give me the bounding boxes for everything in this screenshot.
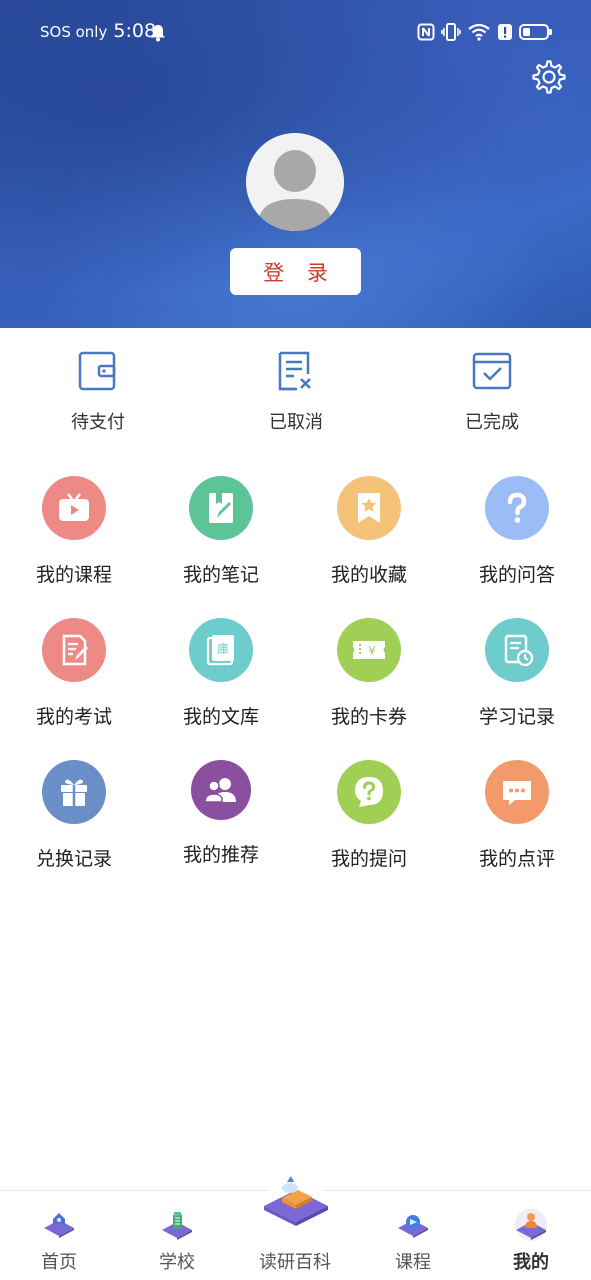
bookmark-star-icon	[337, 476, 401, 540]
wifi-icon	[468, 23, 490, 41]
completed-check-icon	[472, 352, 512, 390]
library-book-icon: 庫	[189, 618, 253, 682]
order-cancelled[interactable]: 已取消	[236, 350, 356, 434]
bell-icon	[151, 25, 165, 42]
menu-my-favorites[interactable]: 我的收藏	[295, 476, 443, 587]
menu-my-coupons[interactable]: ¥ 我的卡券	[295, 618, 443, 729]
menu-my-reviews[interactable]: 我的点评	[443, 760, 591, 871]
order-label: 待支付	[71, 412, 125, 433]
menu-label: 我的考试	[35, 706, 112, 728]
menu-my-notes[interactable]: 我的笔记	[147, 476, 295, 587]
school-cube-icon	[162, 1212, 192, 1240]
menu-label: 我的笔记	[182, 564, 259, 586]
menu-label: 我的卡券	[330, 706, 407, 728]
menu-my-qa[interactable]: 我的问答	[443, 476, 591, 587]
menu-redeem-records[interactable]: 兑换记录	[0, 760, 148, 871]
carrier-text: SOS only	[40, 23, 108, 41]
exam-paper-icon	[42, 618, 106, 682]
svg-text:庫: 庫	[217, 642, 229, 656]
menu-label: 我的提问	[330, 848, 407, 870]
menu-label: 我的课程	[35, 564, 112, 586]
svg-text:¥: ¥	[368, 644, 376, 658]
notebook-pen-icon	[189, 476, 253, 540]
home-cube-icon	[44, 1213, 74, 1238]
comment-bubble-icon	[485, 760, 549, 824]
nav-label: 读研百科	[259, 1252, 331, 1273]
question-bubble-icon	[337, 760, 401, 824]
encyclopedia-cube-icon[interactable]	[258, 1168, 334, 1228]
gift-box-icon	[42, 760, 106, 824]
menu-study-records[interactable]: 学习记录	[443, 618, 591, 729]
order-pending-payment[interactable]: 待支付	[38, 350, 158, 434]
nav-school[interactable]: 学校	[118, 1191, 236, 1280]
menu-my-courses[interactable]: 我的课程	[0, 476, 148, 587]
menu-label: 学习记录	[478, 706, 555, 728]
order-completed[interactable]: 已完成	[432, 350, 552, 434]
profile-header: SOS only 5:08 登 录	[0, 0, 591, 328]
menu-my-library[interactable]: 庫 我的文库	[147, 618, 295, 729]
menu-label: 兑换记录	[35, 848, 112, 870]
wallet-icon	[78, 351, 116, 391]
study-record-clock-icon	[485, 618, 549, 682]
menu-label: 我的问答	[478, 564, 555, 586]
nav-label: 学校	[159, 1252, 195, 1273]
profile-cube-icon	[515, 1209, 547, 1241]
menu-label: 我的文库	[182, 706, 259, 728]
menu-my-exams[interactable]: 我的考试	[0, 618, 148, 729]
nav-label: 我的	[513, 1252, 549, 1273]
order-label: 已取消	[269, 412, 323, 433]
course-cube-icon	[398, 1215, 428, 1238]
default-avatar-icon	[246, 133, 344, 231]
menu-label: 我的收藏	[330, 564, 407, 586]
user-avatar[interactable]	[246, 133, 344, 231]
status-bar: SOS only 5:08	[0, 0, 591, 66]
coupon-ticket-icon: ¥	[337, 618, 401, 682]
order-label: 已完成	[465, 412, 519, 433]
menu-label: 我的点评	[478, 848, 555, 870]
nav-home[interactable]: 首页	[0, 1191, 118, 1280]
vibrate-icon	[441, 23, 461, 41]
question-mark-icon	[485, 476, 549, 540]
menu-my-questions[interactable]: 我的提问	[295, 760, 443, 871]
settings-gear-icon[interactable]	[531, 59, 567, 95]
menu-my-recommendations[interactable]: 我的推荐	[147, 760, 295, 867]
login-button[interactable]: 登 录	[230, 248, 361, 295]
nfc-icon	[417, 23, 435, 41]
nav-profile[interactable]: 我的	[472, 1191, 590, 1280]
nav-courses[interactable]: 课程	[354, 1191, 472, 1280]
menu-label: 我的推荐	[182, 844, 259, 866]
nav-label: 课程	[395, 1252, 431, 1273]
battery-icon	[519, 24, 552, 40]
nav-label: 首页	[41, 1252, 77, 1273]
alert-icon	[498, 24, 512, 40]
tv-play-icon	[42, 476, 106, 540]
cancelled-document-icon	[278, 351, 311, 391]
users-recommend-icon	[191, 760, 251, 820]
